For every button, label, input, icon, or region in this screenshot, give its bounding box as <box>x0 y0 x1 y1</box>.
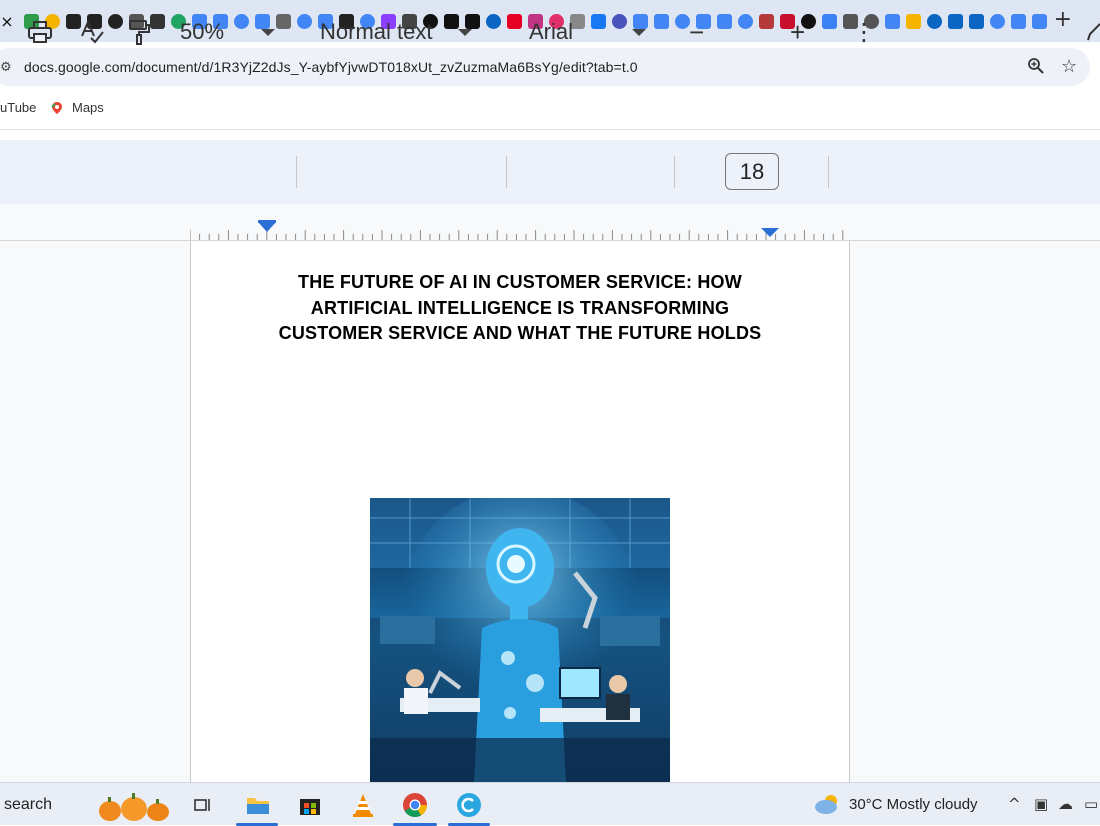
chrome-icon <box>403 793 427 818</box>
taskbar-search[interactable]: search <box>4 796 52 814</box>
font-family-value: Arial <box>529 19 574 44</box>
windows-taskbar: search 30°C Mostly cloudy ^ ▣ ☁ ▭ <box>0 782 1100 826</box>
chevron-down-icon <box>632 28 647 36</box>
more-vert-icon: ⋮ <box>852 18 876 46</box>
font-family-select[interactable]: Arial <box>529 0 647 64</box>
tab-favicon-icon[interactable] <box>675 13 690 29</box>
canva-taskbar-button[interactable] <box>455 791 483 819</box>
tab-favicon-icon[interactable] <box>990 13 1005 29</box>
bookmark-label: Maps <box>72 100 104 115</box>
left-indent-marker <box>258 222 276 232</box>
docs-toolbar <box>0 140 1100 204</box>
vlc-cone-icon <box>353 794 373 817</box>
tab-favicon-icon[interactable] <box>969 13 984 29</box>
search-highlight-pumpkins-icon <box>99 793 169 821</box>
pencil-icon <box>1087 23 1100 41</box>
tab-favicon-icon[interactable] <box>948 13 963 29</box>
paint-format-button[interactable] <box>126 0 154 64</box>
right-indent-marker <box>761 228 779 237</box>
print-icon <box>28 21 52 43</box>
toolbar-divider <box>674 156 675 188</box>
meet-now-icon[interactable]: ▣ <box>1034 795 1048 813</box>
plus-icon: + <box>790 16 806 47</box>
more-options-button[interactable]: ⋮ <box>852 0 876 64</box>
left-indent-marker-bar <box>258 220 276 223</box>
tab-favicon-icon[interactable] <box>1011 13 1026 29</box>
decrease-font-size-button[interactable]: − <box>689 0 704 64</box>
tab-favicon-icon[interactable] <box>927 13 942 29</box>
microsoft-store-button[interactable] <box>296 791 324 819</box>
chevron-down-icon <box>261 28 276 36</box>
paragraph-style-value: Normal text <box>320 19 433 44</box>
close-tab-icon[interactable]: × <box>0 12 14 31</box>
tab-favicon-icon[interactable] <box>822 13 837 29</box>
tab-favicon-icon[interactable] <box>654 13 669 29</box>
bookmark-label: uTube <box>0 100 37 115</box>
tab-favicon-icon[interactable] <box>507 13 522 29</box>
zoom-select[interactable]: 50% <box>180 0 276 64</box>
spellcheck-icon <box>81 19 104 44</box>
horizontal-ruler[interactable] <box>190 218 850 242</box>
site-info-icon[interactable]: ⚙ <box>0 60 12 75</box>
zoom-value: 50% <box>180 19 225 44</box>
tab-favicon-icon[interactable] <box>108 13 123 29</box>
tab-favicon-icon[interactable] <box>885 13 900 29</box>
tab-favicon-icon[interactable] <box>759 13 774 29</box>
bookmarks-bar: uTube Maps <box>0 92 1100 130</box>
increase-font-size-button[interactable]: + <box>790 0 805 64</box>
vlc-button[interactable] <box>349 791 377 819</box>
toolbar-divider <box>828 156 829 188</box>
ai-customer-service-illustration[interactable] <box>370 498 670 782</box>
zoom-icon[interactable] <box>1027 57 1045 75</box>
spellcheck-button[interactable] <box>78 0 106 64</box>
tab-favicon-icon[interactable] <box>906 13 921 29</box>
maps-pin-icon <box>51 101 62 114</box>
chevron-down-icon <box>458 28 473 36</box>
task-view-button[interactable] <box>189 791 217 819</box>
folder-icon <box>247 798 269 814</box>
tab-favicon-icon[interactable] <box>738 13 753 29</box>
file-explorer-button[interactable] <box>244 791 272 819</box>
task-view-icon <box>194 799 210 811</box>
show-hidden-icons-icon[interactable]: ^ <box>1008 795 1021 813</box>
toolbar-divider <box>296 156 297 188</box>
canva-icon <box>457 793 481 817</box>
tab-favicon-icon[interactable] <box>717 13 732 29</box>
tab-favicon-icon[interactable] <box>1032 13 1047 29</box>
tab-favicon-icon[interactable] <box>276 13 291 29</box>
toolbar-divider <box>506 156 507 188</box>
tab-favicon-icon[interactable] <box>486 13 501 29</box>
tab-favicon-icon[interactable] <box>297 13 312 29</box>
minus-icon: − <box>689 16 705 47</box>
paragraph-style-select[interactable]: Normal text <box>320 0 473 64</box>
new-tab-button[interactable]: + <box>1054 9 1072 31</box>
bookmark-youtube[interactable]: uTube <box>0 100 36 115</box>
bookmark-maps[interactable]: Maps <box>50 100 104 115</box>
print-button[interactable] <box>26 0 54 64</box>
bookmark-star-icon[interactable]: ☆ <box>1061 56 1077 77</box>
chrome-taskbar-button[interactable] <box>401 791 429 819</box>
store-icon <box>300 799 320 815</box>
weather-text[interactable]: 30°C Mostly cloudy <box>849 796 978 813</box>
paint-format-icon <box>129 20 150 45</box>
font-size-input[interactable]: 18 <box>725 153 779 190</box>
editing-mode-button[interactable] <box>1086 0 1100 64</box>
cloudy-weather-icon[interactable] <box>814 793 842 815</box>
onedrive-cloud-icon[interactable]: ☁ <box>1058 795 1073 813</box>
document-title[interactable]: THE FUTURE OF AI IN CUSTOMER SERVICE: HO… <box>270 270 770 347</box>
network-icon[interactable]: ▭ <box>1084 795 1098 813</box>
